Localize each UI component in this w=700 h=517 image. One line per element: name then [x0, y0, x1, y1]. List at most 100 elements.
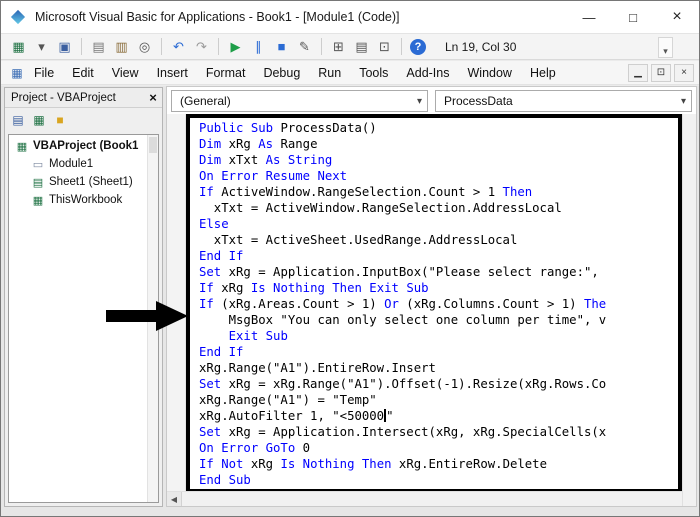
code-line[interactable]: Set xRg = Application.InputBox("Please s… [199, 264, 678, 280]
code-keyword: End If [199, 345, 244, 359]
paste-icon[interactable]: ▥ [111, 36, 132, 57]
code-text: ActiveWindow.RangeSelection.Count > 1 [213, 185, 503, 199]
menu-run[interactable]: Run [309, 61, 350, 84]
horizontal-scrollbar[interactable]: ◀ [167, 491, 682, 506]
code-keyword: Set [199, 265, 222, 279]
code-editor[interactable]: Public Sub ProcessData() Dim xRg As Range… [186, 114, 682, 493]
menu-view[interactable]: View [103, 61, 148, 84]
menu-tools[interactable]: Tools [350, 61, 397, 84]
child-close-button[interactable]: × [674, 63, 694, 82]
code-line[interactable]: If xRg Is Nothing Then Exit Sub [199, 280, 678, 296]
code-line[interactable]: Set xRg = Application.Intersect(xRg, xRg… [199, 424, 678, 440]
code-text: (xRg.Areas.Count > 1) [213, 297, 385, 311]
procedure-dropdown-value: ProcessData [444, 94, 513, 108]
run-icon[interactable]: ▶ [225, 36, 246, 57]
design-mode-icon[interactable]: ✎ [294, 36, 315, 57]
code-line[interactable]: Else [199, 216, 678, 232]
menu-insert[interactable]: Insert [148, 61, 197, 84]
undo-icon[interactable]: ↶ [168, 36, 189, 57]
code-line[interactable]: xTxt = ActiveSheet.UsedRange.AddressLoca… [199, 232, 678, 248]
code-line[interactable]: Set xRg = xRg.Range("A1").Offset(-1).Res… [199, 376, 678, 392]
code-text: " [386, 409, 394, 423]
close-button[interactable]: × [655, 1, 699, 33]
view-code-icon[interactable]: ▤ [9, 111, 27, 129]
code-line[interactable]: xRg.Range("A1").EntireRow.Insert [199, 360, 678, 376]
code-line[interactable]: Dim xRg As Range [199, 136, 678, 152]
code-line[interactable]: xRg.AutoFilter 1, "<50000 " [199, 408, 678, 424]
code-text: xRg.Range("A1") = "Temp" [199, 393, 377, 407]
code-line[interactable]: Public Sub ProcessData() [199, 120, 678, 136]
tree-item-vbaproject-book1[interactable]: ▦ VBAProject (Book1 [9, 137, 158, 155]
toolbar-separator [81, 38, 82, 55]
find-icon[interactable]: ◎ [134, 36, 155, 57]
panel-close-button[interactable]: × [144, 88, 162, 107]
code-line[interactable]: MsgBox "You can only select one column p… [199, 312, 678, 328]
code-keyword: Else [199, 217, 229, 231]
code-keyword: If [199, 297, 214, 311]
chevron-down-icon[interactable]: ▾ [681, 91, 686, 111]
code-line[interactable]: Exit Sub [199, 328, 678, 344]
code-line[interactable]: If ActiveWindow.RangeSelection.Count > 1… [199, 184, 678, 200]
project-panel-title: Project - VBAProject [11, 91, 116, 104]
menu-addins[interactable]: Add-Ins [397, 61, 458, 84]
code-line[interactable]: On Error GoTo 0 [199, 440, 678, 456]
maximize-button[interactable]: □ [611, 1, 655, 33]
view-object-icon[interactable]: ▦ [30, 111, 48, 129]
menu-items: File Edit View Insert Format Debug Run Tools Add… [25, 61, 565, 84]
view-excel-icon[interactable]: ▦ [8, 36, 29, 57]
code-text: xRg = xRg.Range("A1").Offset(-1).Resize(… [221, 377, 607, 391]
menu-format[interactable]: Format [197, 61, 255, 84]
redo-icon[interactable]: ↷ [191, 36, 212, 57]
view-dropdown-icon[interactable]: ▾ [31, 36, 52, 57]
code-text: xTxt = ActiveWindow.RangeSelection.Addre… [199, 201, 562, 215]
code-line[interactable]: End If [199, 344, 678, 360]
toolbar-overflow-button[interactable]: ▾ [658, 37, 673, 58]
save-icon[interactable]: ▣ [54, 36, 75, 57]
code-line[interactable]: If Not xRg Is Nothing Then xRg.EntireRow… [199, 456, 678, 472]
menu-help[interactable]: Help [521, 61, 565, 84]
help-icon[interactable]: ? [410, 38, 426, 55]
object-browser-icon[interactable]: ⊡ [374, 36, 395, 57]
code-combo-row: (General) ▾ ProcessData ▾ [171, 90, 692, 112]
code-line[interactable]: End Sub [199, 472, 678, 488]
break-icon[interactable]: ∥ [248, 36, 269, 57]
tree-item-label: Module1 [49, 158, 94, 170]
code-line[interactable]: Dim xTxt As String [199, 152, 678, 168]
reset-icon[interactable]: ■ [271, 36, 292, 57]
toolbar-separator [321, 38, 322, 55]
tree-item-module1[interactable]: ▭ Module1 [9, 155, 158, 173]
menu-window[interactable]: Window [459, 61, 521, 84]
standard-toolbar: ▦ ▾ ▣ ▤ ▥ ◎ ↶ ↷ ▶ ∥ ■ ✎ ⊞ ▤ ⊡? Ln 19, Col 30 ▾ [1, 33, 699, 60]
code-text: xTxt = ActiveSheet.UsedRange.AddressLoca… [199, 233, 518, 247]
toggle-folders-icon[interactable]: ■ [51, 111, 69, 129]
menu-file[interactable]: File [25, 61, 63, 84]
vertical-scrollbar[interactable] [682, 114, 696, 506]
module-icon: ▭ [32, 158, 44, 171]
procedure-dropdown[interactable]: ProcessData ▾ [435, 90, 692, 112]
copy-icon[interactable]: ▤ [88, 36, 109, 57]
tree-item-sheet1[interactable]: ▤ Sheet1 (Sheet1) [9, 173, 158, 191]
tree-item-thisworkbook[interactable]: ▦ ThisWorkbook [9, 191, 158, 209]
code-line[interactable]: If (xRg.Areas.Count > 1) Or (xRg.Columns… [199, 296, 678, 312]
code-line[interactable]: End If [199, 248, 678, 264]
scroll-left-button[interactable]: ◀ [167, 492, 182, 506]
code-keyword: If [199, 185, 214, 199]
child-minimize-button[interactable]: ▁ [628, 63, 648, 82]
code-text: (xRg.Columns.Count > 1) [398, 297, 584, 311]
sheet-icon: ▤ [32, 176, 44, 189]
menu-edit[interactable]: Edit [63, 61, 103, 84]
project-explorer-icon[interactable]: ⊞ [328, 36, 349, 57]
chevron-down-icon[interactable]: ▾ [417, 91, 422, 111]
object-dropdown[interactable]: (General) ▾ [171, 90, 428, 112]
properties-window-icon[interactable]: ▤ [351, 36, 372, 57]
tree-item-label: ThisWorkbook [49, 194, 123, 206]
code-keyword: Is Nothing Then [280, 457, 392, 471]
annotation-arrow [106, 296, 189, 336]
code-keyword: Public Sub [199, 121, 274, 135]
code-line[interactable]: xTxt = ActiveWindow.RangeSelection.Addre… [199, 200, 678, 216]
code-line[interactable]: On Error Resume Next [199, 168, 678, 184]
minimize-button[interactable]: — [567, 1, 611, 33]
child-restore-button[interactable]: ⊡ [651, 63, 671, 82]
menu-debug[interactable]: Debug [254, 61, 309, 84]
code-line[interactable]: xRg.Range("A1") = "Temp" [199, 392, 678, 408]
